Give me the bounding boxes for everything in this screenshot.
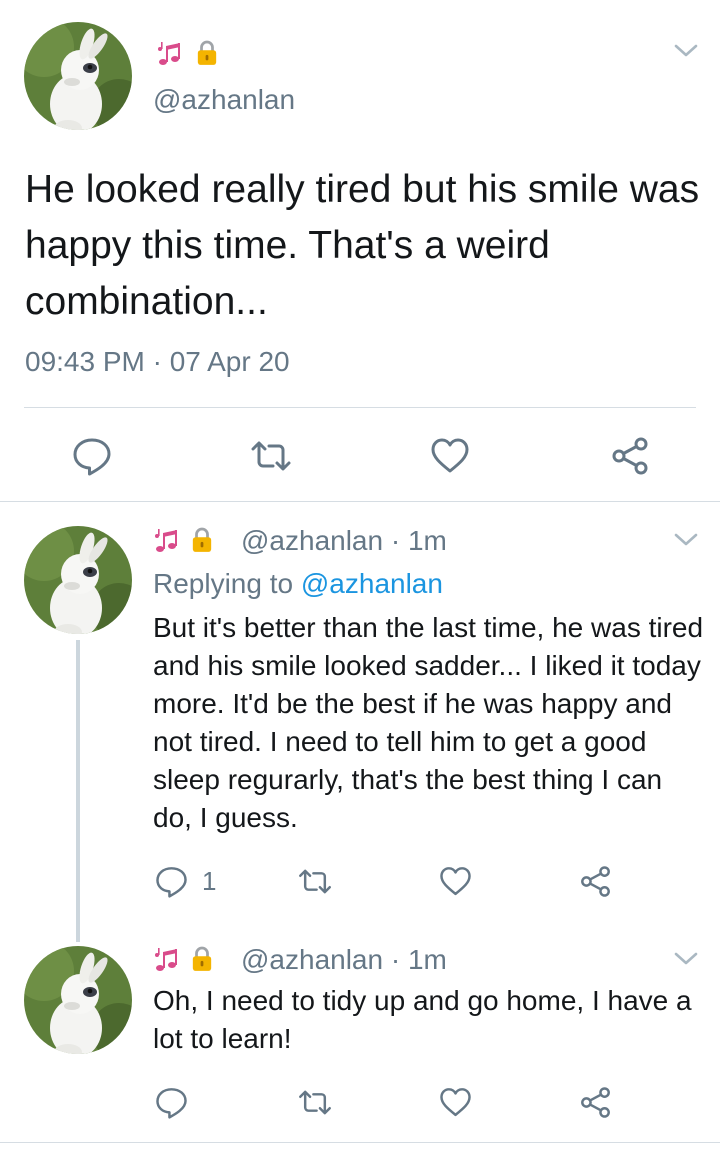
share-button[interactable]: [579, 865, 612, 898]
music-notes-icon: [156, 38, 186, 68]
reply-icon: [72, 436, 112, 476]
chevron-down-icon[interactable]: [673, 42, 699, 60]
share-icon: [579, 1086, 612, 1119]
music-notes-icon: [153, 944, 183, 974]
replying-to: Replying to @azhanlan: [153, 568, 443, 600]
reply-icon: [155, 1086, 188, 1119]
divider: [0, 501, 720, 502]
lock-icon: [191, 945, 213, 973]
retweet-icon: [297, 1086, 333, 1119]
divider: [0, 1142, 720, 1143]
thread-line: [76, 640, 80, 942]
chevron-down-icon[interactable]: [673, 531, 699, 549]
tweet-timestamp[interactable]: 09:43 PM · 07 Apr 20: [25, 346, 290, 378]
share-button[interactable]: [579, 1086, 612, 1119]
like-button[interactable]: [439, 1086, 472, 1119]
retweet-button[interactable]: [297, 865, 333, 898]
reply-icon: [155, 865, 188, 898]
reply-button[interactable]: 1: [155, 865, 216, 898]
retweet-button[interactable]: [297, 1086, 333, 1119]
heart-icon: [430, 436, 470, 476]
reply-button[interactable]: [72, 436, 112, 476]
retweet-icon: [249, 436, 293, 476]
tweet-text: Oh, I need to tidy up and go home, I hav…: [153, 985, 692, 1054]
retweet-icon: [297, 865, 333, 898]
share-icon: [610, 436, 650, 476]
reply-button[interactable]: [155, 1086, 188, 1119]
avatar[interactable]: [24, 22, 132, 130]
lock-icon: [191, 526, 213, 554]
like-button[interactable]: [439, 865, 472, 898]
lock-icon: [196, 39, 218, 67]
display-name[interactable]: [156, 38, 218, 68]
user-handle-time[interactable]: @azhanlan · 1m: [241, 944, 447, 976]
user-handle-time[interactable]: @azhanlan · 1m: [241, 525, 447, 557]
like-button[interactable]: [430, 436, 470, 476]
divider: [24, 407, 696, 408]
avatar[interactable]: [24, 946, 132, 1054]
retweet-button[interactable]: [249, 436, 293, 476]
heart-icon: [439, 1086, 472, 1119]
user-handle[interactable]: @azhanlan: [153, 84, 295, 116]
display-name[interactable]: [153, 525, 213, 555]
chevron-down-icon[interactable]: [673, 950, 699, 968]
tweet-text: But it's better than the last time, he w…: [153, 612, 704, 833]
music-notes-icon: [153, 525, 183, 555]
mention-link[interactable]: @azhanlan: [301, 568, 443, 599]
reply-count: 1: [202, 866, 217, 896]
avatar[interactable]: [24, 526, 132, 634]
heart-icon: [439, 865, 472, 898]
share-button[interactable]: [610, 436, 650, 476]
display-name[interactable]: [153, 944, 213, 974]
replying-to-label: Replying to: [153, 568, 301, 599]
tweet-text: He looked really tired but his smile was…: [25, 168, 700, 323]
share-icon: [579, 865, 612, 898]
